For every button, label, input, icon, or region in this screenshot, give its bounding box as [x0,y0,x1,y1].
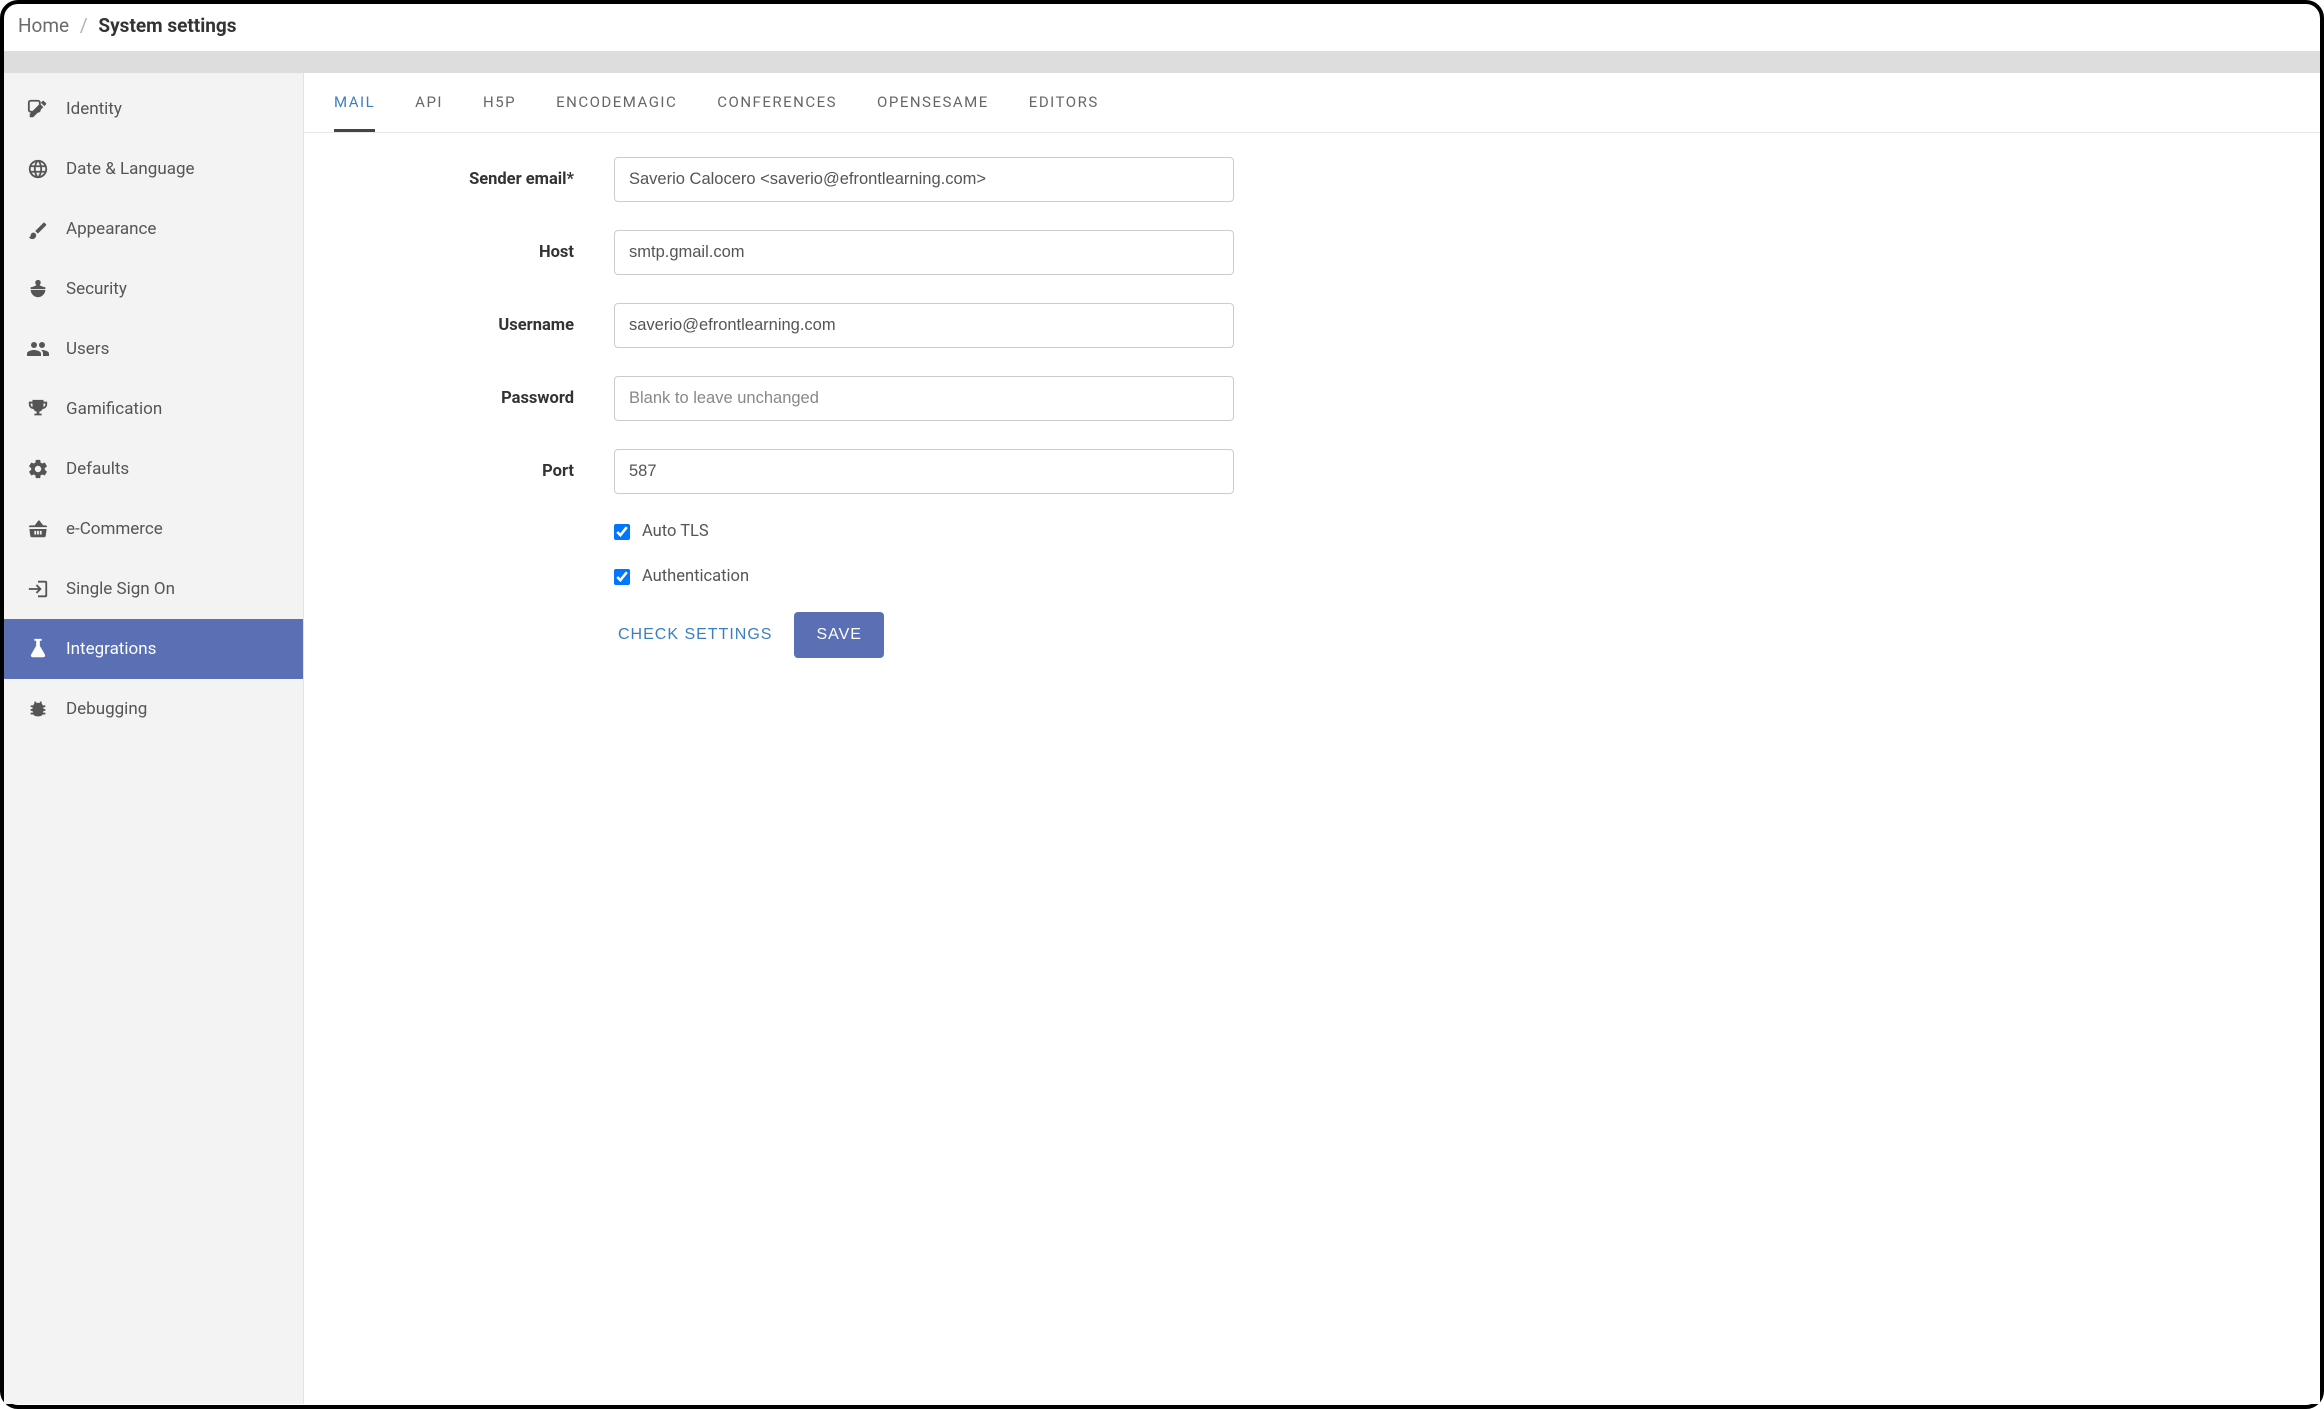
trophy-icon [26,397,50,421]
label-port: Port [334,462,614,481]
sidebar-item-appearance[interactable]: Appearance [4,199,303,259]
host-input[interactable] [614,230,1234,275]
label-sender-email: Sender email* [334,170,614,189]
breadcrumb-separator: / [80,14,88,37]
sidebar-item-debugging[interactable]: Debugging [4,679,303,739]
sidebar-item-label: Appearance [66,219,156,239]
brush-icon [26,217,50,241]
sidebar-item-label: Debugging [66,699,147,719]
signin-icon [26,577,50,601]
bug-icon [26,697,50,721]
sidebar: Identity Date & Language Appearance Secu… [4,73,304,1404]
sidebar-item-gamification[interactable]: Gamification [4,379,303,439]
sender-email-input[interactable] [614,157,1234,202]
label-auto-tls: Auto TLS [642,522,709,541]
sidebar-item-security[interactable]: Security [4,259,303,319]
header-divider-strip [4,51,2320,73]
sidebar-item-ecommerce[interactable]: e-Commerce [4,499,303,559]
label-authentication: Authentication [642,567,749,586]
users-icon [26,337,50,361]
label-password: Password [334,389,614,408]
sidebar-item-label: Users [66,339,109,359]
breadcrumb: Home / System settings [4,4,2320,51]
sidebar-item-single-sign-on[interactable]: Single Sign On [4,559,303,619]
tab-api[interactable]: API [415,93,443,132]
breadcrumb-home[interactable]: Home [18,14,69,37]
sidebar-item-label: Defaults [66,459,129,479]
sidebar-item-label: e-Commerce [66,519,163,539]
sidebar-item-users[interactable]: Users [4,319,303,379]
save-button[interactable]: SAVE [794,612,884,658]
basket-icon [26,517,50,541]
tab-encodemagic[interactable]: ENCODEMAGIC [556,93,677,132]
sidebar-item-label: Identity [66,99,122,119]
tab-h5p[interactable]: H5P [483,93,516,132]
sidebar-item-label: Date & Language [66,159,195,179]
globe-icon [26,157,50,181]
mail-settings-form: Sender email* Host Username Password [304,133,1564,688]
sidebar-item-label: Security [66,279,127,299]
username-input[interactable] [614,303,1234,348]
main-content: MAIL API H5P ENCODEMAGIC CONFERENCES OPE… [304,73,2320,1404]
sidebar-item-label: Gamification [66,399,162,419]
sidebar-item-integrations[interactable]: Integrations [4,619,303,679]
auto-tls-checkbox[interactable] [614,524,630,540]
gears-icon [26,457,50,481]
sidebar-item-label: Integrations [66,639,156,659]
sidebar-item-identity[interactable]: Identity [4,79,303,139]
tabs: MAIL API H5P ENCODEMAGIC CONFERENCES OPE… [304,73,2320,133]
page-title: System settings [98,14,236,37]
label-username: Username [334,316,614,335]
password-input[interactable] [614,376,1234,421]
sidebar-item-defaults[interactable]: Defaults [4,439,303,499]
check-settings-button[interactable]: CHECK SETTINGS [614,614,776,656]
tab-opensesame[interactable]: OPENSESAME [877,93,989,132]
tab-editors[interactable]: EDITORS [1029,93,1099,132]
sidebar-item-date-language[interactable]: Date & Language [4,139,303,199]
agent-icon [26,277,50,301]
tab-conferences[interactable]: CONFERENCES [717,93,837,132]
tab-mail[interactable]: MAIL [334,93,375,132]
sidebar-item-label: Single Sign On [66,579,175,599]
port-input[interactable] [614,449,1234,494]
flask-icon [26,637,50,661]
label-host: Host [334,243,614,262]
edit-icon [26,97,50,121]
authentication-checkbox[interactable] [614,569,630,585]
